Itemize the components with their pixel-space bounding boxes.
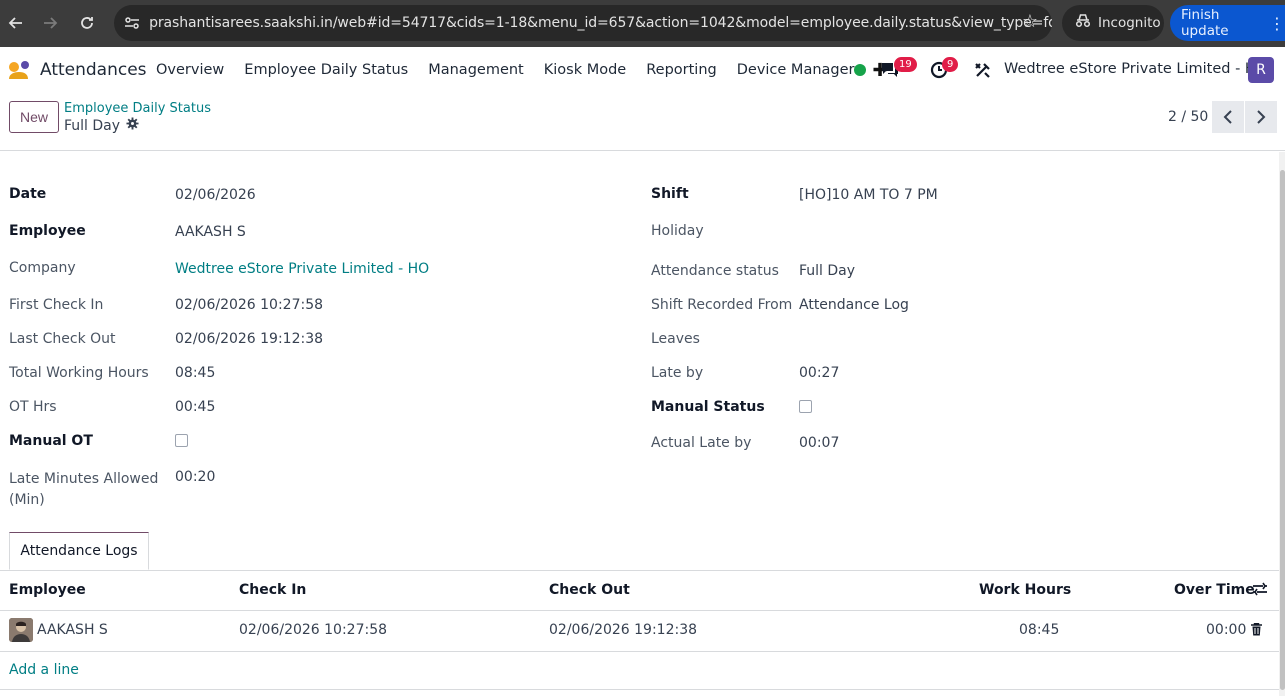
menu-employee-daily-status[interactable]: Employee Daily Status (234, 47, 418, 93)
late-minutes-allowed-field[interactable]: 00:20 (175, 469, 215, 485)
col-check-out[interactable]: Check Out (549, 582, 630, 598)
late-by-label: Late by (651, 365, 704, 381)
incognito-icon (1074, 14, 1092, 32)
messages-count-badge: 19 (894, 57, 917, 72)
odoo-navbar: Attendances Overview Employee Daily Stat… (0, 47, 1285, 93)
activities-count-badge: 9 (942, 57, 959, 72)
manual-ot-label: Manual OT (9, 433, 93, 449)
row-check-out: 02/06/2026 19:12:38 (549, 622, 698, 638)
incognito-indicator[interactable]: Incognito (1062, 5, 1164, 41)
reload-icon[interactable] (73, 9, 101, 37)
holiday-label: Holiday (651, 223, 704, 239)
date-field[interactable]: 02/06/2026 (175, 187, 256, 203)
browser-toolbar: prashantisarees.saakshi.in/web#id=54717&… (0, 0, 1285, 47)
incognito-label: Incognito (1098, 15, 1161, 31)
attendances-app-icon[interactable] (8, 60, 32, 80)
manual-status-label: Manual Status (651, 399, 765, 415)
pager-next-button[interactable] (1245, 101, 1277, 133)
menu-kiosk-mode[interactable]: Kiosk Mode (534, 47, 636, 93)
col-work-hours[interactable]: Work Hours (979, 582, 1071, 598)
activities-button[interactable]: 9 (930, 47, 959, 93)
attendance-status-field[interactable]: Full Day (799, 263, 855, 279)
shift-field[interactable]: [HO]10 AM TO 7 PM (799, 187, 938, 203)
record-title: Full Day (64, 117, 121, 134)
gear-icon[interactable] (126, 117, 139, 134)
forward-arrow-icon[interactable] (36, 9, 64, 37)
site-info-icon[interactable] (114, 5, 149, 41)
company-link[interactable]: Wedtree eStore Private Limited - HO (175, 261, 429, 277)
finish-update-button[interactable]: Finish update ⋮ (1170, 5, 1285, 41)
total-working-hours-field[interactable]: 08:45 (175, 365, 215, 381)
app-title[interactable]: Attendances (40, 60, 147, 80)
trash-icon[interactable] (1251, 622, 1262, 640)
header-divider (0, 610, 1285, 611)
back-arrow-icon[interactable] (2, 9, 30, 37)
tools-icon (975, 63, 990, 78)
scrollbar-thumb[interactable] (1280, 170, 1285, 690)
main-menu: Overview Employee Daily Status Managemen… (146, 47, 896, 93)
total-working-hours-label: Total Working Hours (9, 365, 149, 381)
messages-button[interactable]: 19 (880, 47, 917, 93)
row-work-hours: 08:45 (1019, 622, 1060, 638)
chevron-left-icon (1223, 110, 1232, 124)
bookmark-star-icon[interactable]: ☆ (1022, 11, 1038, 32)
presence-status[interactable] (854, 47, 866, 93)
optional-columns-icon[interactable] (1252, 582, 1268, 600)
late-by-field[interactable]: 00:27 (799, 365, 839, 381)
control-panel: New Employee Daily Status Full Day 2 / 5… (0, 93, 1285, 151)
menu-reporting[interactable]: Reporting (636, 47, 727, 93)
pager-previous-button[interactable] (1212, 101, 1244, 133)
debug-tools-button[interactable] (974, 47, 992, 93)
actual-late-by-field[interactable]: 00:07 (799, 435, 839, 451)
date-label: Date (9, 186, 47, 202)
row-employee: AAKASH S (37, 622, 108, 638)
breadcrumb-parent-link[interactable]: Employee Daily Status (64, 101, 211, 116)
actual-late-by-label: Actual Late by (651, 435, 752, 451)
ot-hrs-field[interactable]: 00:45 (175, 399, 215, 415)
menu-management[interactable]: Management (418, 47, 534, 93)
row-divider (0, 651, 1285, 652)
online-status-icon (854, 64, 866, 76)
company-label: Company (9, 260, 76, 276)
address-bar[interactable]: prashantisarees.saakshi.in/web#id=54717&… (114, 5, 1052, 41)
first-check-in-field[interactable]: 02/06/2026 10:27:58 (175, 297, 323, 313)
pager-value[interactable]: 2 / 50 (1168, 109, 1208, 125)
url-text: prashantisarees.saakshi.in/web#id=54717&… (149, 15, 1052, 31)
shift-label: Shift (651, 186, 689, 202)
last-check-out-label: Last Check Out (9, 331, 116, 347)
kebab-menu-icon[interactable]: ⋮ (1269, 14, 1285, 33)
employee-label: Employee (9, 223, 86, 239)
first-check-in-label: First Check In (9, 297, 104, 313)
late-minutes-allowed-label: Late Minutes Allowed (Min) (9, 471, 159, 508)
tab-divider (0, 570, 1285, 571)
chevron-right-icon (1257, 110, 1266, 124)
employee-field[interactable]: AAKASH S (175, 224, 246, 240)
leaves-label: Leaves (651, 331, 700, 347)
breadcrumb-current: Full Day (64, 117, 139, 134)
tab-attendance-logs[interactable]: Attendance Logs (9, 532, 149, 570)
last-check-out-field[interactable]: 02/06/2026 19:12:38 (175, 331, 323, 347)
col-employee[interactable]: Employee (9, 582, 86, 598)
add-a-line-link[interactable]: Add a line (9, 662, 79, 678)
company-switcher[interactable]: Wedtree eStore Private Limited - HO (1004, 61, 1267, 77)
row-check-in: 02/06/2026 10:27:58 (239, 622, 388, 638)
employee-avatar (9, 618, 33, 642)
table-bottom-divider (0, 689, 1285, 690)
col-over-time[interactable]: Over Time (1174, 582, 1255, 598)
manual-ot-checkbox[interactable] (175, 434, 188, 447)
menu-device-manager[interactable]: Device Manager (727, 47, 865, 93)
form-sheet: Date 02/06/2026 Employee AAKASH S Compan… (0, 152, 1285, 696)
attendance-status-label: Attendance status (651, 263, 779, 279)
shift-recorded-from-label: Shift Recorded From (651, 297, 793, 313)
new-button[interactable]: New (9, 101, 59, 133)
col-check-in[interactable]: Check In (239, 582, 306, 598)
shift-recorded-from-field[interactable]: Attendance Log (799, 297, 909, 313)
ot-hrs-label: OT Hrs (9, 399, 57, 415)
manual-status-checkbox[interactable] (799, 400, 812, 413)
finish-update-label: Finish update (1181, 7, 1229, 39)
user-avatar[interactable]: R (1248, 57, 1274, 83)
row-over-time: 00:00 (1206, 622, 1247, 638)
menu-overview[interactable]: Overview (146, 47, 234, 93)
